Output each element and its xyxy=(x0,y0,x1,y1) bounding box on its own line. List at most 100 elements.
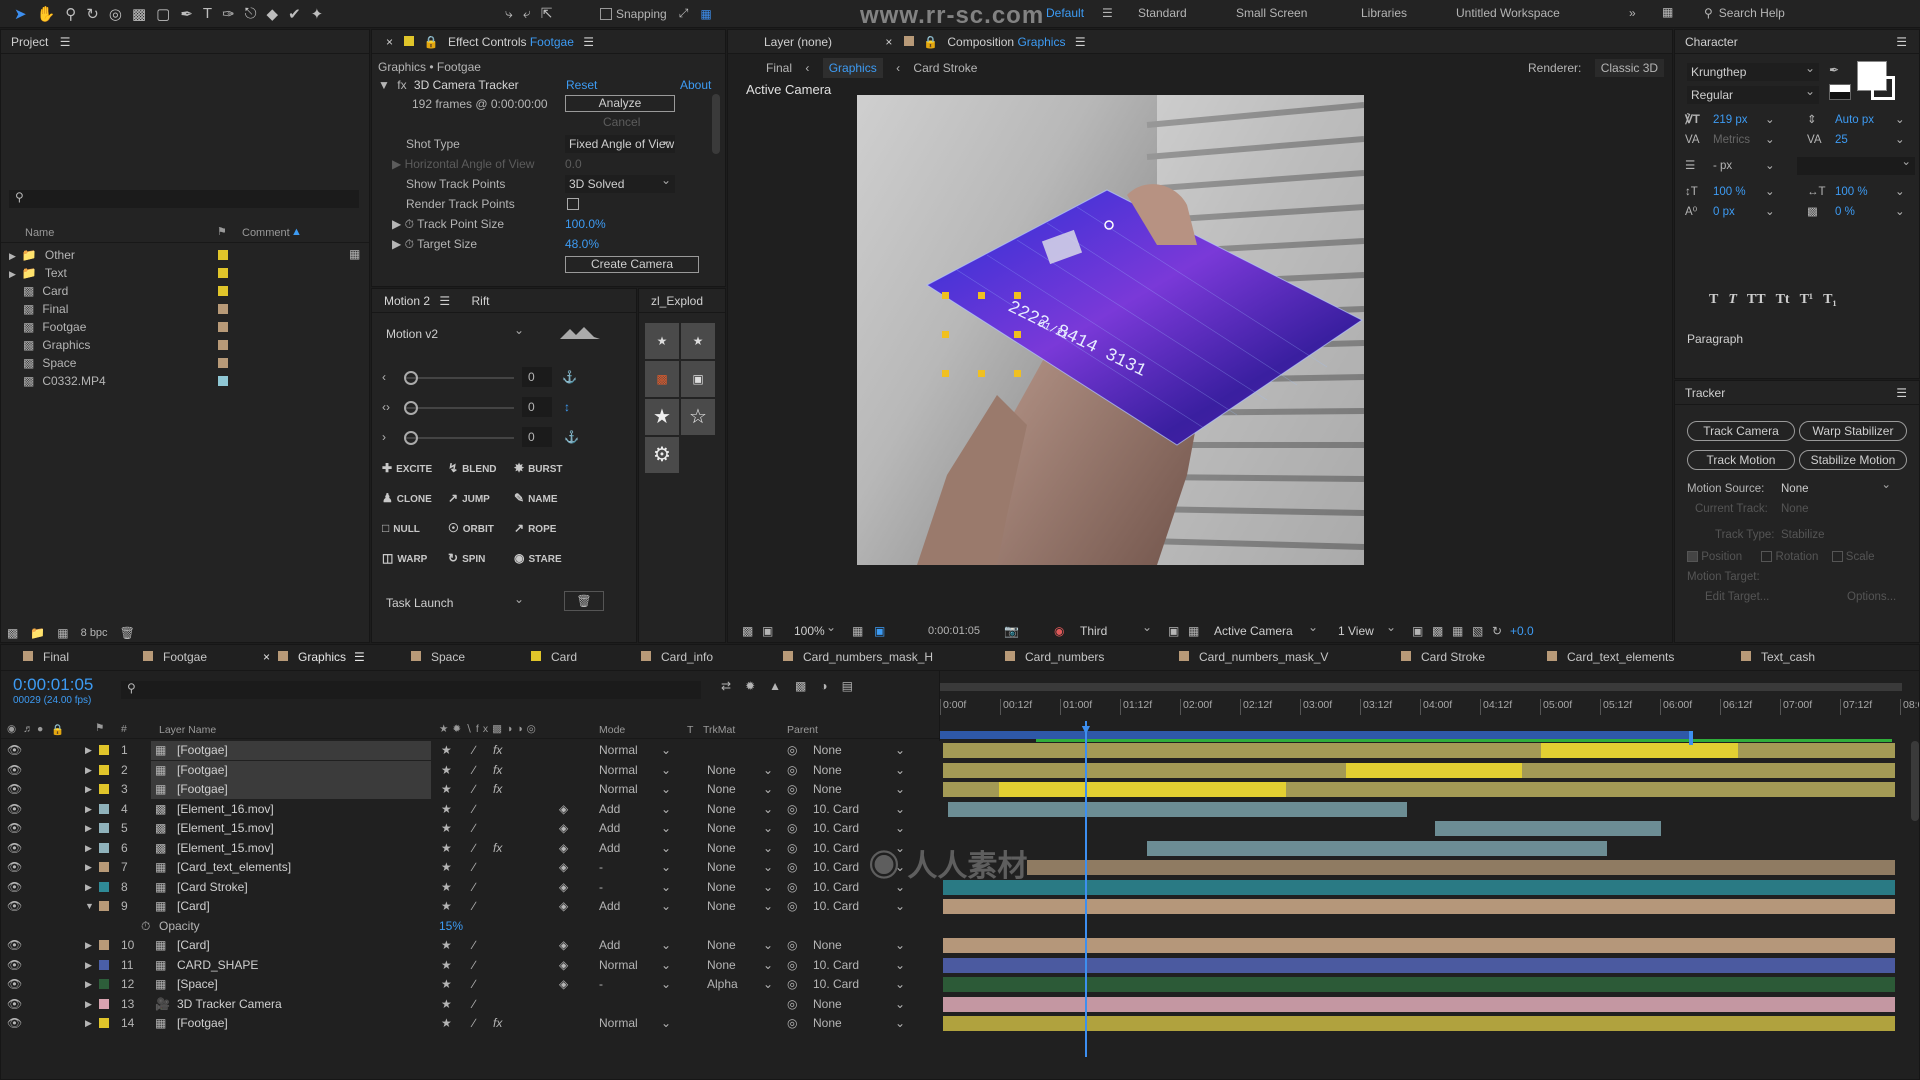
layer-parent[interactable]: 10. Card xyxy=(813,897,859,916)
layer-in-out-bar[interactable] xyxy=(1345,762,1523,778)
chevron-down-icon[interactable]: ⌄ xyxy=(1765,202,1775,222)
layer-mode[interactable]: Add xyxy=(599,800,620,819)
warp-stabilizer-button[interactable]: Warp Stabilizer xyxy=(1799,421,1907,441)
pickwhip-icon[interactable]: ◎ xyxy=(787,936,797,955)
layer-mode[interactable]: Normal xyxy=(599,1014,638,1033)
view-layout-dropdown[interactable]: 1 View xyxy=(1334,618,1400,640)
layer-trkmat[interactable]: None xyxy=(707,839,736,858)
chevron-down-icon[interactable]: ⌄ xyxy=(895,995,905,1014)
baseline-shift-value[interactable]: 0 px xyxy=(1713,202,1735,222)
current-track-value[interactable]: None xyxy=(1781,499,1809,519)
chevron-down-icon[interactable]: ⌄ xyxy=(895,761,905,780)
new-comp-icon[interactable]: ▦ xyxy=(57,626,68,640)
workspace-menu-icon[interactable]: ☰ xyxy=(1102,6,1113,20)
layer-in-out-bar[interactable] xyxy=(1541,743,1739,758)
lock-icon[interactable]: 🔒 xyxy=(424,35,439,49)
project-title[interactable]: Project xyxy=(11,35,48,49)
panel-menu-icon[interactable]: ☰ xyxy=(439,294,450,308)
project-item[interactable]: ▩ Footgae xyxy=(1,318,369,336)
no-fill-swatch[interactable] xyxy=(1829,84,1851,100)
about-link[interactable]: About xyxy=(680,76,711,94)
motion-action-warp-button[interactable]: ◫ WARP xyxy=(382,551,427,565)
chevron-down-icon[interactable]: ⌄ xyxy=(1765,156,1775,176)
chevron-down-icon[interactable]: ⌄ xyxy=(763,780,773,799)
chevron-down-icon[interactable]: ⌄ xyxy=(763,956,773,975)
scale-checkbox[interactable] xyxy=(1831,551,1843,563)
tab-motion2[interactable]: Motion 2 xyxy=(384,294,430,308)
column-name[interactable]: Name xyxy=(25,227,54,239)
layer-parent[interactable]: None xyxy=(813,1014,842,1033)
shy-switch-icon[interactable]: ★ xyxy=(441,839,452,858)
anchor-icon[interactable]: ⚓ xyxy=(564,427,579,447)
stroke-color-swatch[interactable] xyxy=(1871,76,1895,100)
analyze-button[interactable]: Analyze xyxy=(565,95,675,112)
chevron-down-icon[interactable]: ⌄ xyxy=(661,761,671,780)
layer-duration-bar[interactable] xyxy=(1435,821,1661,836)
world-axis-icon[interactable]: ⤶ xyxy=(523,5,531,22)
orbit-camera-icon[interactable]: ◎ xyxy=(109,5,122,23)
pickwhip-icon[interactable]: ◎ xyxy=(787,858,797,877)
layer-name[interactable]: [Footgae] xyxy=(177,780,228,799)
tracking-value[interactable]: 25 xyxy=(1835,130,1848,150)
shy-switch-icon[interactable]: ★ xyxy=(441,878,452,897)
layer-row[interactable]: 👁 ▶ 8 ▦ [Card Stroke] ★ ∕ ◈ - ⌄ None ⌄ ◎ 10. Card ⌄ xyxy=(1,878,939,897)
visibility-eye-icon[interactable]: 👁 xyxy=(7,858,22,877)
exposure-icon[interactable]: ↻ xyxy=(1492,618,1502,642)
layer-name[interactable]: [Element_15.mov] xyxy=(177,839,274,858)
faux-italic-button[interactable]: T xyxy=(1728,292,1737,308)
shy-switch-icon[interactable]: ★ xyxy=(441,956,452,975)
zoom-tool-icon[interactable]: ⚲ xyxy=(65,5,76,23)
label-swatch[interactable] xyxy=(218,376,228,386)
graph-editor-icon[interactable]: ▤ xyxy=(842,679,853,693)
layer-row[interactable]: 👁 ▶ 11 ▦ CARD_SHAPE ★ ∕ ◈ Normal ⌄ None ⌄ ◎ 10. Card ⌄ xyxy=(1,956,939,975)
chevron-down-icon[interactable]: ⌄ xyxy=(1765,130,1775,150)
shy-switch-icon[interactable]: ★ xyxy=(441,897,452,916)
column-comment[interactable]: Comment xyxy=(242,227,290,239)
timeline-tab[interactable]: × Graphics ☰ xyxy=(263,645,365,669)
layer-duration-bar[interactable] xyxy=(1027,860,1895,875)
expand-layer-icon[interactable]: ▶ xyxy=(85,761,92,780)
visibility-eye-icon[interactable]: 👁 xyxy=(7,995,22,1014)
chevron-down-icon[interactable]: ⌄ xyxy=(661,780,671,799)
layer-label-swatch[interactable] xyxy=(99,823,109,833)
layer-parent[interactable]: None xyxy=(813,741,842,760)
layer-label-swatch[interactable] xyxy=(99,998,109,1009)
workspace-standard[interactable]: Standard xyxy=(1138,6,1187,20)
shot-type-dropdown[interactable]: Fixed Angle of View xyxy=(565,135,675,153)
close-icon[interactable]: × xyxy=(885,35,892,49)
stopwatch-icon[interactable]: ⏱ xyxy=(405,237,414,251)
motion-action-orbit-button[interactable]: ☉ ORBIT xyxy=(448,521,494,535)
layer-parent[interactable]: 10. Card xyxy=(813,800,859,819)
shy-switch-icon[interactable]: ★ xyxy=(441,761,452,780)
timeline-tab[interactable]: Card_numbers xyxy=(1005,645,1104,669)
layer-label-swatch[interactable] xyxy=(99,1018,109,1028)
subscript-button[interactable]: T₁ xyxy=(1823,292,1837,308)
slider1-value[interactable]: 0 xyxy=(522,367,552,387)
project-item[interactable]: ▶ 📁 Other xyxy=(1,246,369,264)
chevron-down-icon[interactable]: ⌄ xyxy=(661,956,671,975)
snapping-toggle[interactable]: Snapping ⤢ ▦ xyxy=(600,6,712,21)
snap-grid-icon[interactable]: ▦ xyxy=(700,7,711,21)
panel-menu-icon[interactable]: ☰ xyxy=(583,35,594,49)
timeline-tab[interactable]: Card Stroke xyxy=(1401,645,1485,669)
stroke-width-value[interactable]: - px xyxy=(1713,156,1732,176)
3d-layer-icon[interactable]: ◈ xyxy=(559,975,568,994)
crumb-final[interactable]: Final xyxy=(766,61,792,75)
shy-switch-icon[interactable]: ★ xyxy=(441,858,452,877)
twirl-icon[interactable]: ▶ xyxy=(392,237,401,251)
project-item[interactable]: ▩ C0332.MP4 xyxy=(1,372,369,390)
track-camera-button[interactable]: Track Camera xyxy=(1687,421,1795,441)
layer-name[interactable]: [Space] xyxy=(177,975,218,994)
label-column-icon[interactable]: ⚑ xyxy=(217,225,227,238)
layer-row[interactable]: 👁 ▶ 5 ▩ [Element_15.mov] ★ ∕ ◈ Add ⌄ None ⌄ ◎ 10. Car… xyxy=(1,819,939,838)
quality-switch-icon[interactable]: ∕ xyxy=(473,897,475,916)
shy-switch-icon[interactable]: ★ xyxy=(441,819,452,838)
small-caps-button[interactable]: Tt xyxy=(1776,292,1790,308)
character-title[interactable]: Character xyxy=(1685,35,1738,49)
all-caps-button[interactable]: TT xyxy=(1747,292,1766,308)
parent-column[interactable]: Parent xyxy=(787,724,818,736)
tsume-value[interactable]: 0 % xyxy=(1835,202,1855,222)
visibility-eye-icon[interactable]: 👁 xyxy=(7,975,22,994)
chevron-down-icon[interactable]: ⌄ xyxy=(661,800,671,819)
t-column[interactable]: T xyxy=(687,724,693,736)
